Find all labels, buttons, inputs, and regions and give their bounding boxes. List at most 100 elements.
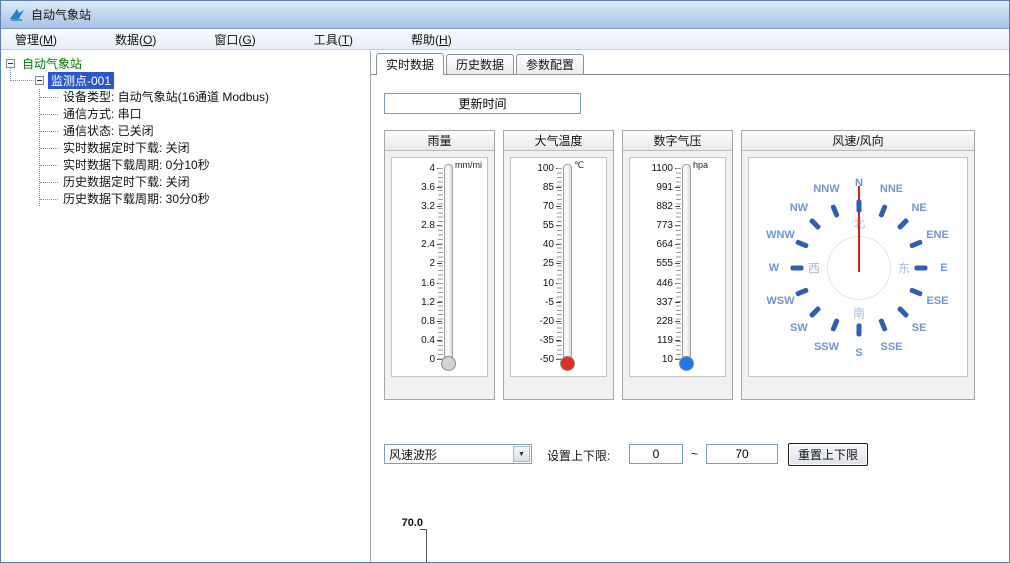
tick-label: 0 <box>429 354 435 365</box>
main-split: 自动气象站 监测点-001 设备类型: 自动气象站(16通道 Modbus)通信… <box>1 51 1009 562</box>
reset-limits-button[interactable]: 重置上下限 <box>788 443 868 466</box>
main-panel: 实时数据历史数据参数配置 更新时间 雨量mm/mi43.63.22.82.421… <box>371 51 1009 562</box>
waveform-selected-value: 风速波形 <box>385 446 513 463</box>
compass-tick-NW <box>809 218 822 231</box>
gauges-row: 雨量mm/mi43.63.22.82.421.61.20.80.40大气温度℃1… <box>384 130 975 400</box>
tick-label: -35 <box>540 335 554 346</box>
thermometer: hpa110099188277366455544633722811910 <box>629 157 726 377</box>
tick-label: 100 <box>537 163 554 174</box>
tick-label: 25 <box>543 258 554 269</box>
menu-data[interactable]: 数据(O) <box>105 29 166 50</box>
menu-manage[interactable]: 管理(M) <box>5 29 67 50</box>
compass-label-SSW: SSW <box>814 341 839 353</box>
collapse-icon[interactable] <box>6 59 15 68</box>
tick-label: 85 <box>543 182 554 193</box>
window-title: 自动气象站 <box>31 6 91 23</box>
tick-label: 70 <box>543 201 554 212</box>
app-window: 自动气象站 管理(M) 数据(O) 窗口(G) 工具(T) 帮助(H) 自动气象站 监测… <box>0 0 1010 563</box>
prop-device-type[interactable]: 设备类型: 自动气象站(16通道 Modbus) <box>1 89 370 106</box>
menu-tools[interactable]: 工具(T) <box>304 29 363 50</box>
chart-y-axis <box>426 529 427 562</box>
tree-guide-line <box>10 80 34 81</box>
prop-comm-mode[interactable]: 通信方式: 串口 <box>1 106 370 123</box>
tick-label: 1.6 <box>421 278 435 289</box>
unit-label: hpa <box>693 160 708 170</box>
tick-label: 446 <box>656 278 673 289</box>
gauge-panel-wind: 风速/风向 NNNENEENEEESESESSESSSWSWWSWWWNWNWN… <box>741 130 975 400</box>
minor-ticks <box>557 168 562 362</box>
tree-station-label[interactable]: 监测点-001 <box>48 72 114 89</box>
waveform-select[interactable]: 风速波形 ▼ <box>384 444 532 464</box>
device-tree-panel: 自动气象站 监测点-001 设备类型: 自动气象站(16通道 Modbus)通信… <box>1 51 371 562</box>
tick-label: 3.2 <box>421 201 435 212</box>
update-time-button[interactable]: 更新时间 <box>384 93 581 114</box>
compass-tick-NE <box>896 218 909 231</box>
update-time-label: 更新时间 <box>458 95 506 112</box>
menu-help[interactable]: 帮助(H) <box>401 29 462 50</box>
tick-label: 1.2 <box>421 297 435 308</box>
menu-window[interactable]: 窗口(G) <box>204 29 265 50</box>
gauge-title: 雨量 <box>385 131 494 151</box>
compass-tick-NNW <box>830 204 840 218</box>
tick-label: 119 <box>657 335 673 346</box>
tick-label: 664 <box>656 239 673 250</box>
prop-comm-status[interactable]: 通信状态: 已关闭 <box>1 123 370 140</box>
compass-tick-SSW <box>830 318 840 332</box>
gauge-title: 大气温度 <box>504 131 613 151</box>
thermometer-bulb <box>441 356 456 371</box>
tick-label: 4 <box>429 163 435 174</box>
compass-label-SSE: SSE <box>881 341 903 353</box>
tick-label: -5 <box>545 297 554 308</box>
compass-label-WSW: WSW <box>766 295 794 307</box>
tick-scale: 43.63.22.82.421.61.20.80.40 <box>392 162 442 366</box>
thermometer-tube <box>563 164 572 361</box>
tab-param-config[interactable]: 参数配置 <box>516 54 584 74</box>
minor-ticks <box>438 168 443 362</box>
compass-cn-E: 东 <box>898 260 910 277</box>
compass-tick-ENE <box>909 239 923 249</box>
prop-realtime-download[interactable]: 实时数据定时下载: 关闭 <box>1 140 370 157</box>
gauge-panel-pressure: 数字气压hpa110099188277366455544633722811910 <box>622 130 733 400</box>
lower-limit-input[interactable] <box>629 444 683 464</box>
tick-label: 882 <box>656 201 673 212</box>
tree-root[interactable]: 自动气象站 <box>1 55 370 72</box>
compass-label-S: S <box>855 347 862 359</box>
tick-label: 1100 <box>651 163 673 174</box>
tree-node-station[interactable]: 监测点-001 <box>1 72 370 89</box>
thermometer-bulb <box>679 356 694 371</box>
compass-tick-N <box>857 200 862 213</box>
range-separator: ~ <box>691 447 698 461</box>
compass-tick-ESE <box>909 287 923 297</box>
tick-label: 3.6 <box>421 182 435 193</box>
tick-label: 773 <box>656 220 673 231</box>
tab-history-data[interactable]: 历史数据 <box>446 54 514 74</box>
prop-history-period[interactable]: 历史数据下载周期: 30分0秒 <box>1 191 370 208</box>
limits-label: 设置上下限: <box>547 447 610 464</box>
prop-history-download[interactable]: 历史数据定时下载: 关闭 <box>1 174 370 191</box>
tick-label: 2.4 <box>421 239 435 250</box>
collapse-icon[interactable] <box>35 76 44 85</box>
tick-label: 10 <box>662 354 673 365</box>
dropdown-arrow-icon[interactable]: ▼ <box>513 446 530 462</box>
compass-label-NW: NW <box>790 202 808 214</box>
tab-realtime-data[interactable]: 实时数据 <box>376 53 444 75</box>
tick-label: -20 <box>540 316 554 327</box>
waveform-chart: 70.0 <box>371 505 1009 562</box>
tick-label: 228 <box>656 316 673 327</box>
compass-tick-W <box>791 266 804 271</box>
tree-guide-line <box>39 89 40 206</box>
title-bar[interactable]: 自动气象站 <box>1 1 1009 29</box>
tree-root-label[interactable]: 自动气象站 <box>19 55 85 72</box>
gauge-title: 风速/风向 <box>742 131 974 151</box>
compass-tick-SE <box>896 305 909 318</box>
thermometer-tube <box>682 164 691 361</box>
compass-tick-NNE <box>878 204 888 218</box>
upper-limit-input[interactable] <box>706 444 778 464</box>
prop-realtime-period[interactable]: 实时数据下载周期: 0分10秒 <box>1 157 370 174</box>
controls-row: 风速波形 ▼ 设置上下限: ~ 重置上下限 <box>384 443 904 467</box>
gauge-panel-rain: 雨量mm/mi43.63.22.82.421.61.20.80.40 <box>384 130 495 400</box>
tick-scale: 110099188277366455544633722811910 <box>630 162 680 366</box>
realtime-content: 更新时间 雨量mm/mi43.63.22.82.421.61.20.80.40大… <box>371 75 1009 562</box>
menu-bar: 管理(M) 数据(O) 窗口(G) 工具(T) 帮助(H) <box>1 29 1009 50</box>
wind-compass: NNNENEENEEESESESSESSSWSWWSWWWNWNWNNW北东南西 <box>748 157 968 377</box>
